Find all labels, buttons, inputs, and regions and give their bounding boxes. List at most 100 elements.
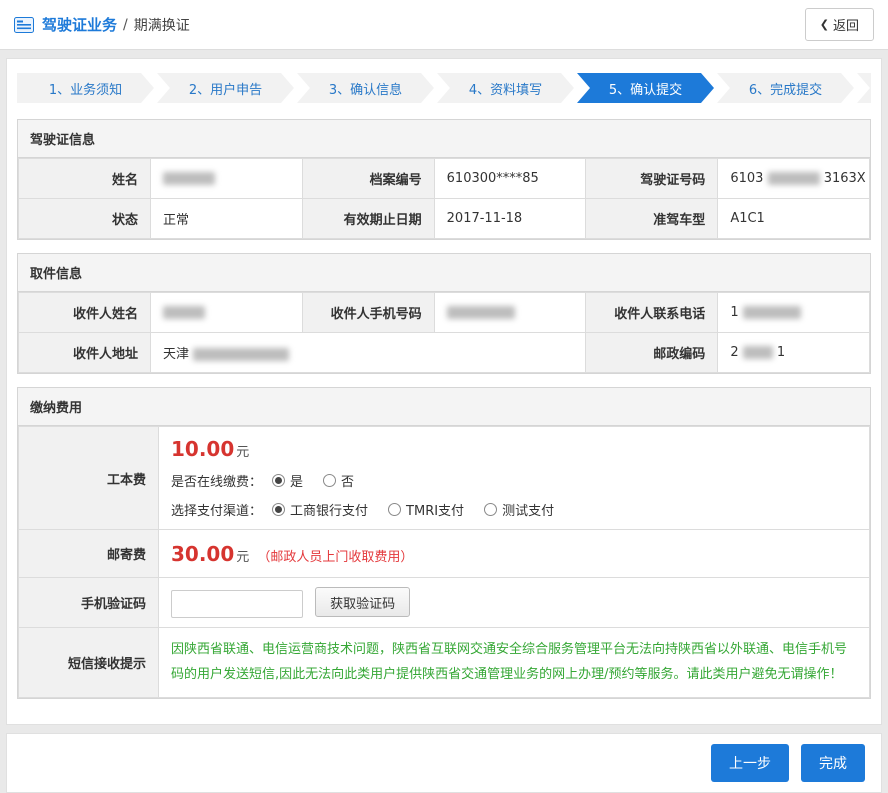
section-pickup-info: 取件信息 收件人姓名 收件人手机号码 收件人联系电话 1 收件人地址 天津 [17,253,871,374]
field-label-address: 收件人地址 [19,333,151,373]
payment-table: 工本费 10.00元 是否在线缴费： 是 否 [18,426,870,698]
radio-unchecked-icon [323,474,336,487]
field-label-postcode: 邮政编码 [586,333,718,373]
postcode-suffix: 1 [777,345,785,360]
back-button[interactable]: ❮ 返回 [805,8,874,41]
step-tab-1[interactable]: 1、业务须知 [17,73,154,103]
field-label-fee: 工本费 [19,427,159,530]
fee-amount: 10.00 [171,437,234,461]
step-label: 6、完成提交 [749,79,822,98]
step-label: 5、确认提交 [609,79,682,98]
radio-label: 否 [341,471,354,490]
breadcrumb-current: 期满换证 [134,15,190,35]
field-label-sms-tip: 短信接收提示 [19,628,159,698]
back-button-label: 返回 [833,15,859,34]
field-label-recipient-tel: 收件人联系电话 [586,293,718,333]
license-no-prefix: 6103 [730,171,763,186]
redacted-recipient-name [163,306,205,319]
sms-tip-cell: 因陕西省联通、电信运营商技术问题，陕西省互联网交通安全综合服务管理平台无法向持陕… [159,628,870,698]
field-label-expiry: 有效期止日期 [302,199,434,239]
radio-label: 是 [290,471,303,490]
step-tab-3[interactable]: 3、确认信息 [297,73,434,103]
field-label-captcha: 手机验证码 [19,578,159,628]
radio-online-pay-no[interactable]: 否 [323,471,354,490]
field-label-status: 状态 [19,199,151,239]
field-label-file-no: 档案编号 [302,159,434,199]
steps-filler [857,73,871,103]
section-license-info: 驾驶证信息 姓名 档案编号 610300****85 驾驶证号码 6103 31… [17,119,871,240]
radio-channel-tmri[interactable]: TMRI支付 [388,500,464,519]
radio-label: 工商银行支付 [290,500,368,519]
finish-button[interactable]: 完成 [801,744,865,782]
field-value-recipient-name [151,293,303,333]
radio-channel-test[interactable]: 测试支付 [484,500,554,519]
radio-label: 测试支付 [502,500,554,519]
section-title: 驾驶证信息 [18,120,870,158]
field-label-recipient-name: 收件人姓名 [19,293,151,333]
pickup-info-table: 收件人姓名 收件人手机号码 收件人联系电话 1 收件人地址 天津 邮政编码 2 [18,292,870,373]
field-value-postcode: 2 1 [718,333,870,373]
redacted-address [193,348,289,361]
prev-step-button[interactable]: 上一步 [711,744,789,782]
radio-online-pay-yes[interactable]: 是 [272,471,303,490]
table-row: 状态 正常 有效期止日期 2017-11-18 准驾车型 A1C1 [19,199,870,239]
step-tab-4[interactable]: 4、资料填写 [437,73,574,103]
page: { "header": { "title": "驾驶证业务", "separat… [0,0,888,756]
online-pay-label: 是否在线缴费： [171,471,262,490]
redacted-recipient-mobile [447,306,515,319]
fee-amount-line: 10.00元 [171,437,857,461]
field-value-license-no: 6103 3163X [718,159,870,199]
sms-tip-text: 因陕西省联通、电信运营商技术问题，陕西省互联网交通安全综合服务管理平台无法向持陕… [159,628,869,697]
radio-unchecked-icon [484,503,497,516]
steps-bar: 1、业务须知 2、用户申告 3、确认信息 4、资料填写 5、确认提交 6、完成提… [17,73,871,103]
table-row: 收件人姓名 收件人手机号码 收件人联系电话 1 [19,293,870,333]
field-value-file-no: 610300****85 [434,159,586,199]
redacted-postcode [743,346,773,359]
step-tab-5-active[interactable]: 5、确认提交 [577,73,714,103]
sms-code-input[interactable] [171,590,303,618]
field-label-license-no: 驾驶证号码 [586,159,718,199]
step-tab-2[interactable]: 2、用户申告 [157,73,294,103]
field-value-recipient-tel: 1 [718,293,870,333]
radio-channel-icbc[interactable]: 工商银行支付 [272,500,368,519]
postage-amount: 30.00 [171,542,234,566]
back-chevron-icon: ❮ [820,18,829,31]
redacted-recipient-tel [743,306,801,319]
address-prefix: 天津 [163,347,189,362]
table-row: 收件人地址 天津 邮政编码 2 1 [19,333,870,373]
page-title: 驾驶证业务 [42,14,117,35]
captcha-cell: 获取验证码 [159,578,870,628]
postage-cell: 30.00元 （邮政人员上门收取费用） [159,530,870,578]
fee-cell: 10.00元 是否在线缴费： 是 否 选择支 [159,427,870,530]
radio-label: TMRI支付 [406,500,464,519]
redacted-license-no [768,172,820,185]
section-title: 缴纳费用 [18,388,870,426]
radio-checked-icon [272,503,285,516]
radio-checked-icon [272,474,285,487]
table-row: 工本费 10.00元 是否在线缴费： 是 否 [19,427,870,530]
license-no-suffix: 3163X [824,171,866,186]
field-value-status: 正常 [151,199,303,239]
field-value-recipient-mobile [434,293,586,333]
recipient-tel-prefix: 1 [730,305,738,320]
main-panel: 1、业务须知 2、用户申告 3、确认信息 4、资料填写 5、确认提交 6、完成提… [6,58,882,725]
step-tab-6[interactable]: 6、完成提交 [717,73,854,103]
footer-bar: 上一步 完成 [6,733,882,793]
field-value-name [151,159,303,199]
section-title: 取件信息 [18,254,870,292]
field-label-postage: 邮寄费 [19,530,159,578]
breadcrumb-separator: / [123,17,128,33]
table-row: 手机验证码 获取验证码 [19,578,870,628]
pay-channel-label: 选择支付渠道： [171,500,262,519]
postage-note: （邮政人员上门收取费用） [257,550,413,565]
field-label-vehicle-class: 准驾车型 [586,199,718,239]
step-label: 2、用户申告 [189,79,262,98]
radio-unchecked-icon [388,503,401,516]
field-label-recipient-mobile: 收件人手机号码 [302,293,434,333]
online-pay-row: 是否在线缴费： 是 否 [171,471,857,490]
get-code-button[interactable]: 获取验证码 [315,587,410,617]
license-info-table: 姓名 档案编号 610300****85 驾驶证号码 6103 3163X 状态… [18,158,870,239]
redacted-name-value [163,172,215,185]
step-label: 4、资料填写 [469,79,542,98]
license-business-icon [14,17,34,33]
